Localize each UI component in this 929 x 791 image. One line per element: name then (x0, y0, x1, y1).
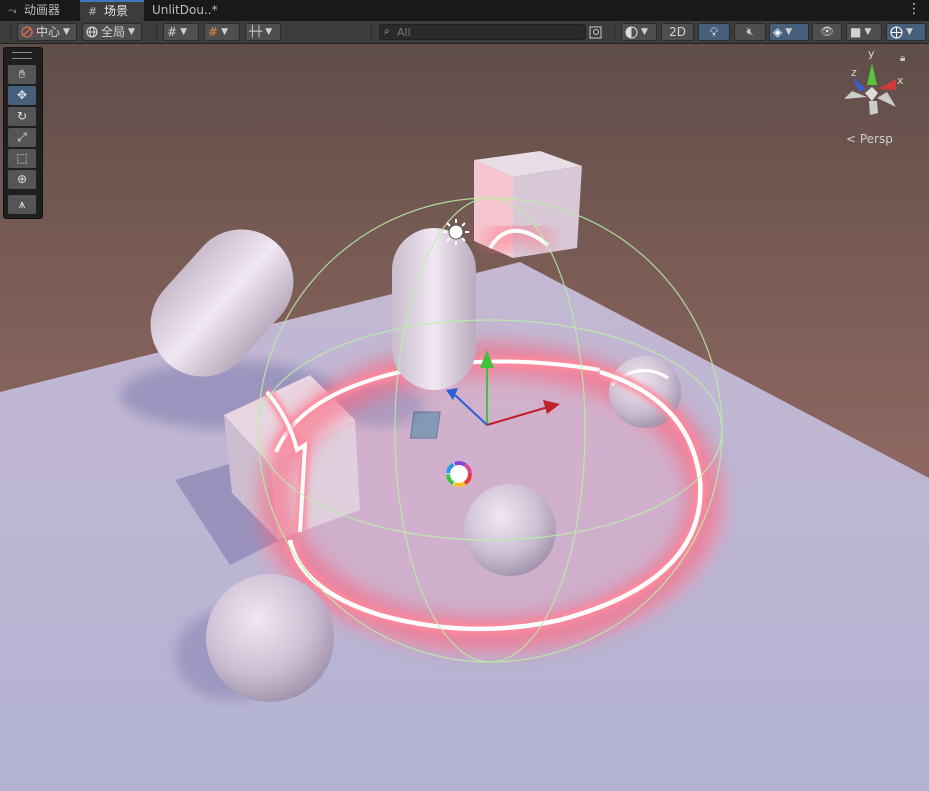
toggle-2d-label: 2D (669, 25, 686, 39)
chevron-down-icon: ▼ (128, 27, 135, 37)
chevron-down-icon: ▼ (180, 27, 187, 37)
front-sphere (206, 574, 334, 702)
shading-sphere-icon (625, 26, 638, 38)
grid-snapping-dropdown[interactable]: # ▼ (204, 23, 240, 41)
scene-viewport[interactable]: y x z (0, 44, 929, 791)
toggle-2d-button[interactable]: 2D (661, 23, 694, 41)
transform-tool-icon[interactable]: ⊕ (8, 170, 36, 189)
scale-tool-icon[interactable]: ⤢ (8, 128, 36, 147)
lightbulb-icon: 💡︎ (709, 25, 719, 39)
chevron-down-icon: ▼ (221, 27, 228, 37)
toolbar-grip (10, 25, 11, 39)
hidden-objects-toggle[interactable]: 👁︎ (812, 23, 842, 41)
grid-snapping-icon: # (208, 25, 219, 39)
gizmo-y-label: y (868, 47, 875, 60)
middle-sphere (464, 484, 556, 576)
projection-toggle[interactable]: < Persp (846, 132, 893, 146)
gizmo-globe-icon (890, 26, 903, 38)
lock-icon[interactable]: 🔒︎ (900, 53, 905, 64)
camera-icon: ■ (850, 25, 862, 39)
layers-icon: ◈ (773, 25, 783, 39)
move-tool-icon[interactable]: ✥ (8, 86, 36, 105)
grid-visibility-dropdown[interactable]: # ▼ (163, 23, 199, 41)
toolbar-separator (371, 25, 372, 39)
shading-mode-dropdown[interactable]: ▼ (621, 23, 657, 41)
globe-icon (86, 26, 98, 38)
gizmo-z-label: z (851, 66, 857, 79)
chevron-down-icon: ▼ (63, 27, 70, 37)
scene-render (0, 63, 929, 791)
space-mode-label: 全局 (101, 25, 126, 39)
gizmos-dropdown[interactable]: ▼ (886, 23, 926, 41)
scene-grid-icon: # (88, 5, 98, 18)
hand-tool-icon[interactable]: ✋︎ (8, 65, 36, 84)
chevron-down-icon: ▼ (785, 27, 793, 37)
pivot-icon (21, 26, 33, 38)
search-input[interactable] (397, 25, 582, 39)
toolbar-separator (614, 25, 615, 39)
tab-scene-label: 场景 (104, 4, 129, 18)
rotate-tool-icon[interactable]: ↻ (8, 107, 36, 126)
center-capsule (392, 228, 476, 390)
ruler-icon: ┼┼ (249, 25, 263, 38)
color-wheel-icon (446, 461, 472, 487)
tab-scene[interactable]: # 场景 (80, 0, 144, 21)
search-icon: ⌕ (384, 26, 390, 37)
overlay-grip[interactable] (12, 52, 32, 59)
tab-animator-label: 动画器 (24, 3, 61, 17)
animator-icon: ⤳ (8, 4, 17, 17)
pivot-mode-dropdown[interactable]: 中心 ▼ (17, 23, 77, 41)
chevron-down-icon: ▼ (265, 27, 273, 37)
eye-hidden-icon: 👁︎ (820, 25, 834, 38)
chevron-down-icon: ▼ (864, 27, 872, 37)
gizmo-x-label: x (897, 74, 904, 87)
lighting-toggle-button[interactable]: 💡︎ (698, 23, 730, 41)
toolbar-separator (156, 25, 157, 39)
chevron-down-icon: ▼ (641, 27, 648, 37)
tab-unlit-shader-label: UnlitDou..* (152, 3, 218, 17)
camera-settings-dropdown[interactable]: ■ ▼ (846, 23, 882, 41)
audio-toggle-button[interactable]: 🔇︎ (734, 23, 766, 41)
tab-unlit-shader[interactable]: UnlitDou..* (144, 0, 234, 21)
rect-tool-icon[interactable]: ⬚ (8, 149, 36, 168)
scene-search[interactable]: ⌕ (379, 24, 586, 40)
scene-toolbar: 中心 ▼ 全局 ▼ #▼ #▼ ┼┼▼ ⌕ ▼ 2D 💡︎ 🔇︎ ◈▼ 👁︎ (0, 21, 929, 44)
audio-mute-icon: 🔇︎ (746, 25, 754, 38)
grid-snap-icon: # (167, 25, 178, 39)
effects-dropdown[interactable]: ◈ ▼ (769, 23, 809, 41)
pivot-mode-label: 中心 (36, 25, 61, 39)
tools-overlay: ✋︎ ✥ ↻ ⤢ ⬚ ⊕ ⩚ (3, 47, 43, 219)
tab-animator[interactable]: ⤳ 动画器 (0, 0, 78, 21)
more-options-icon[interactable]: ⋮ (907, 0, 921, 19)
custom-tool-icon[interactable]: ⩚ (8, 195, 36, 214)
chevron-down-icon: ▼ (906, 27, 913, 37)
search-filter-icon[interactable] (588, 23, 604, 41)
increment-snap-dropdown[interactable]: ┼┼ ▼ (245, 23, 281, 41)
space-mode-dropdown[interactable]: 全局 ▼ (82, 23, 142, 41)
tab-bar: ⤳ 动画器 # 场景 UnlitDou..* ⋮ (0, 0, 929, 22)
